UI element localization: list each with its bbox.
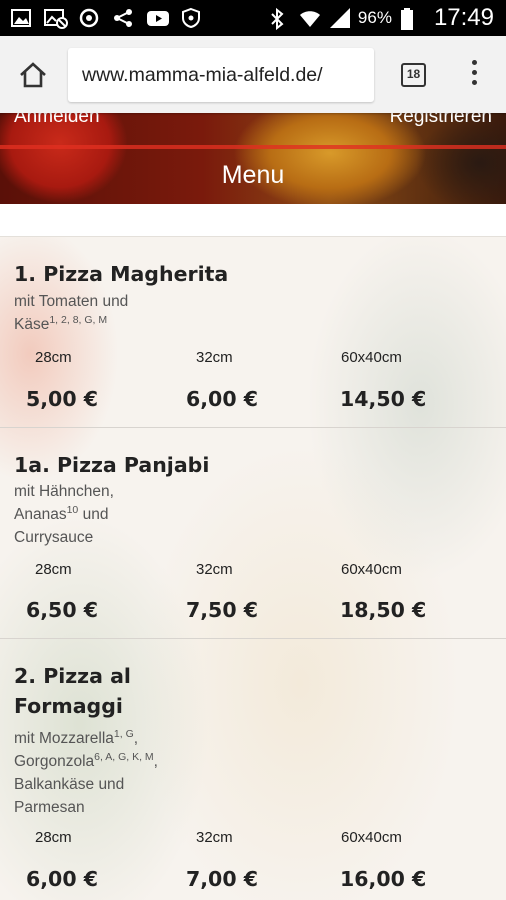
share-icon — [112, 7, 134, 29]
size-label: 60x40cm — [341, 349, 402, 366]
item-description: mit Tomaten und Käse1, 2, 8, G, M — [14, 293, 129, 333]
login-link[interactable]: Anmelden — [14, 113, 100, 128]
size-label: 60x40cm — [341, 561, 402, 578]
item-title: 1. Pizza Magherita — [14, 262, 229, 286]
browser-toolbar: www.mamma-mia-alfeld.de/ 18 — [0, 36, 506, 113]
menu-item: 1a. Pizza Panjabi mit Hähnchen, Ananas10… — [0, 428, 506, 639]
photo-off-icon — [44, 7, 68, 29]
price: 18,50 € — [340, 598, 427, 622]
shield-icon — [180, 7, 202, 29]
size-label: 60x40cm — [341, 829, 402, 846]
item-title: 1a. Pizza Panjabi — [14, 453, 210, 477]
clock: 17:49 — [433, 4, 494, 31]
register-link[interactable]: Registrieren — [390, 113, 492, 128]
wifi-icon — [298, 7, 320, 29]
bluetooth-icon — [268, 7, 290, 31]
size-label: 32cm — [196, 561, 233, 578]
content-top-bar — [0, 204, 506, 237]
battery-percent: 96% — [357, 8, 392, 27]
overflow-menu-button[interactable] — [466, 60, 482, 90]
price: 14,50 € — [340, 387, 427, 411]
tab-switcher-button[interactable]: 18 — [401, 63, 426, 87]
size-label: 28cm — [35, 561, 72, 578]
header-banner: Anmelden Registrieren Menu — [0, 113, 506, 204]
home-button[interactable] — [18, 60, 48, 90]
item-title: 2. Pizza al Formaggi — [14, 664, 131, 718]
item-description: mit Mozzarella1, G, Gorgonzola6, A, G, K… — [14, 727, 158, 816]
status-bar: 96% 17:49 — [0, 0, 506, 36]
size-label: 28cm — [35, 349, 72, 366]
url-text: www.mamma-mia-alfeld.de/ — [82, 64, 323, 86]
size-label: 28cm — [35, 829, 72, 846]
dot-icon — [471, 60, 477, 65]
notification-icons — [10, 7, 202, 29]
dot-icon — [471, 70, 477, 75]
image-icon — [10, 7, 32, 29]
price: 16,00 € — [340, 867, 427, 891]
menu-item: 1. Pizza Magherita mit Tomaten und Käse1… — [0, 237, 506, 428]
sync-icon — [78, 7, 100, 29]
price: 6,50 € — [26, 598, 98, 622]
page-title: Menu — [221, 161, 285, 189]
address-bar[interactable]: www.mamma-mia-alfeld.de/ — [68, 48, 374, 102]
item-description: mit Hähnchen, Ananas10 und Currysauce — [14, 483, 114, 546]
banner-stripe — [0, 145, 506, 149]
price: 6,00 € — [26, 867, 98, 891]
price: 6,00 € — [186, 387, 258, 411]
price: 7,50 € — [186, 598, 258, 622]
youtube-icon — [146, 7, 169, 29]
price: 5,00 € — [26, 387, 98, 411]
size-label: 32cm — [196, 829, 233, 846]
menu-content: 1. Pizza Magherita mit Tomaten und Käse1… — [0, 204, 506, 900]
dot-icon — [471, 80, 477, 85]
price: 7,00 € — [186, 867, 258, 891]
size-label: 32cm — [196, 349, 233, 366]
home-icon — [20, 62, 46, 88]
battery-icon — [400, 7, 422, 30]
signal-icon — [328, 7, 350, 29]
system-status: 96% 17:49 — [268, 4, 494, 32]
menu-item: 2. Pizza al Formaggi mit Mozzarella1, G,… — [0, 639, 506, 900]
